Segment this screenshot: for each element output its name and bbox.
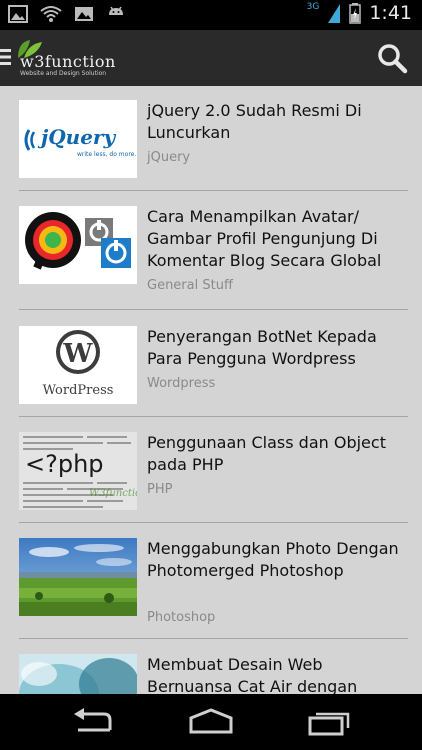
svg-text:W3function: W3function <box>89 488 137 499</box>
list-item[interactable]: Cara Menampilkan Avatar/ Gambar Profil P… <box>19 206 408 298</box>
post-category: jQuery <box>147 150 191 165</box>
post-thumbnail: jQuery write less, do more. <box>19 100 137 178</box>
list-divider <box>19 522 408 523</box>
logo-text: w3function <box>20 52 116 71</box>
post-thumbnail: W WordPress <box>19 326 137 404</box>
battery-icon <box>349 3 362 24</box>
clock: 1:41 <box>369 2 412 24</box>
post-title: Menggabungkan Photo Dengan Photomerged P… <box>147 539 399 580</box>
post-thumbnail <box>19 206 137 284</box>
list-item[interactable]: Menggabungkan Photo Dengan Photomerged P… <box>19 538 408 628</box>
action-bar: w3function Website and Design Solution <box>0 30 422 86</box>
list-divider <box>19 190 408 191</box>
post-category: PHP <box>147 482 173 497</box>
list-item[interactable]: W WordPress Penyerangan BotNet Kepada Pa… <box>19 326 408 406</box>
wifi-icon <box>40 6 62 22</box>
signal-icon <box>328 4 341 23</box>
list-divider <box>19 638 408 639</box>
post-thumbnail <box>19 654 137 694</box>
notification-icons <box>8 5 126 23</box>
post-title: jQuery 2.0 Sudah Resmi Di Luncurkan <box>147 101 362 142</box>
list-item[interactable]: Membuat Desain Web Bernuansa Cat Air den… <box>19 654 408 694</box>
home-icon[interactable] <box>181 706 241 738</box>
post-category: Wordpress <box>147 376 216 391</box>
post-title: Penggunaan Class dan Object pada PHP <box>147 433 386 474</box>
post-category: General Stuff <box>147 278 233 293</box>
navigation-bar <box>0 694 422 750</box>
jquery-tagline: write less, do more. <box>77 151 136 158</box>
jquery-logo-text: jQuery <box>37 125 116 149</box>
android-icon <box>109 6 123 15</box>
image-icon <box>75 7 93 21</box>
logo-subtitle: Website and Design Solution <box>20 70 107 77</box>
menu-icon[interactable] <box>0 48 12 66</box>
search-icon[interactable] <box>376 42 408 74</box>
post-category: Photoshop <box>147 610 216 625</box>
post-title: Membuat Desain Web Bernuansa Cat Air den… <box>147 655 358 694</box>
post-thumbnail: <?php W3function <box>19 432 137 510</box>
post-list[interactable]: jQuery write less, do more. jQuery 2.0 S… <box>0 86 422 694</box>
list-item[interactable]: jQuery write less, do more. jQuery 2.0 S… <box>19 100 408 190</box>
list-item[interactable]: <?php W3function Penggunaan Class dan Ob… <box>19 432 408 512</box>
network-type: 3G <box>306 2 320 12</box>
status-bar: 3G 1:41 <box>0 0 422 30</box>
wordpress-logo-text: WordPress <box>43 383 114 398</box>
system-icons: 3G 1:41 <box>307 2 412 24</box>
list-divider <box>19 416 408 417</box>
list-divider <box>19 309 408 310</box>
post-thumbnail <box>19 538 137 616</box>
recent-apps-icon[interactable] <box>298 706 358 738</box>
post-title: Penyerangan BotNet Kepada Para Pengguna … <box>147 327 377 368</box>
app-logo[interactable]: w3function Website and Design Solution <box>16 38 126 78</box>
post-title: Cara Menampilkan Avatar/ Gambar Profil P… <box>147 207 382 270</box>
back-icon[interactable] <box>64 706 124 738</box>
php-thumb-text: <?php <box>25 450 104 478</box>
svg-text:W: W <box>62 339 93 369</box>
picture-icon <box>8 5 28 23</box>
